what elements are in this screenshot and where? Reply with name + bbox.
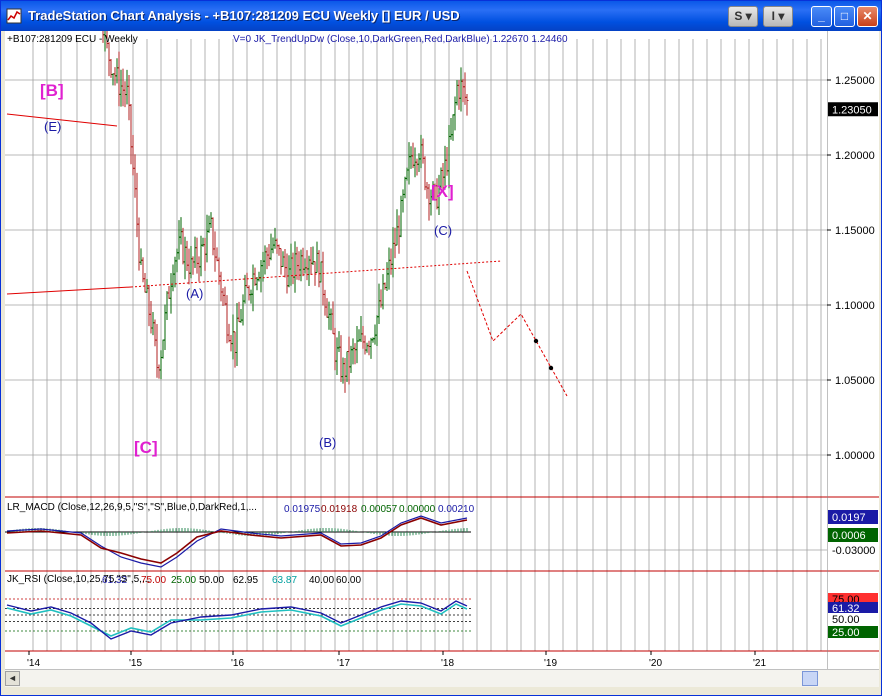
- scroll-left-icon: ◄: [8, 673, 17, 683]
- symbol-link-label: S: [734, 9, 743, 23]
- price-axis-label: 1.05000: [835, 375, 875, 387]
- macd-value: 0.01975: [284, 504, 321, 515]
- wave-label-X-bracket: [X]: [431, 182, 454, 201]
- last-price-label: 1.23050: [832, 104, 872, 116]
- macd-value: 0.00000: [399, 504, 436, 515]
- x-axis-label: '17: [337, 658, 350, 669]
- x-axis-label: '16: [231, 658, 244, 669]
- rsi-value: 50.00: [199, 575, 224, 586]
- symbol-link-button[interactable]: S ▾: [728, 6, 758, 27]
- close-icon: ✕: [862, 9, 873, 23]
- x-axis-label: '20: [649, 658, 662, 669]
- macd-label: LR_MACD (Close,12,26,9,5,"S","S",Blue,0,…: [7, 502, 257, 513]
- rsi-value: 60.00: [336, 575, 361, 586]
- rsi-line: [6, 600, 468, 640]
- interval-link-label: I: [771, 9, 775, 23]
- projection-point: [533, 338, 539, 344]
- wave-label-A: (A): [186, 286, 203, 301]
- scroll-thumb[interactable]: [802, 671, 818, 686]
- title-bar[interactable]: TradeStation Chart Analysis - +B107:2812…: [1, 1, 881, 31]
- close-button[interactable]: ✕: [857, 6, 878, 27]
- tradestation-app-icon: [6, 8, 22, 24]
- projection-point: [548, 365, 554, 371]
- horizontal-scrollbar[interactable]: ◄: [5, 669, 879, 687]
- x-axis-label: '18: [441, 658, 454, 669]
- x-axis-label: '19: [544, 658, 557, 669]
- macd-value: 0.00210: [438, 504, 475, 515]
- wave-label-E: (E): [44, 119, 61, 134]
- x-axis-label: '21: [753, 658, 766, 669]
- maximize-button[interactable]: □: [834, 6, 855, 27]
- minimize-icon: _: [818, 9, 825, 23]
- price-axis-label: 1.00000: [835, 450, 875, 462]
- macd-axis-label: 0.0197: [832, 512, 866, 524]
- price-axis-label: 1.15000: [835, 225, 875, 237]
- price-axis[interactable]: 1.500001.450001.400001.350001.300001.250…: [827, 31, 879, 681]
- indicator-label: V=0 JK_TrendUpDw (Close,10,DarkGreen,Red…: [233, 34, 568, 45]
- application-window: TradeStation Chart Analysis - +B107:2812…: [0, 0, 882, 696]
- rsi-axis-label: 25.00: [832, 627, 860, 639]
- rsi-value: 40.00: [309, 575, 334, 586]
- symbol-label: +B107:281209 ECU - Weekly: [7, 34, 138, 45]
- interval-link-button[interactable]: I ▾: [763, 6, 793, 27]
- macd-line: [6, 515, 468, 568]
- minimize-button[interactable]: _: [811, 6, 832, 27]
- price-axis-label: 1.25000: [835, 75, 875, 87]
- scroll-left-button[interactable]: ◄: [5, 671, 20, 686]
- macd-value: 0.01918: [321, 504, 358, 515]
- wave-label-C: (C): [434, 223, 452, 238]
- price-axis-label: 1.20000: [835, 150, 875, 162]
- maximize-icon: □: [840, 9, 849, 23]
- axis-svg: 1.500001.450001.400001.350001.300001.250…: [827, 31, 879, 681]
- wave-label-C-bracket: [C]: [134, 438, 158, 457]
- rsi-value: 25.00: [171, 575, 196, 586]
- x-axis-label: '14: [27, 658, 40, 669]
- rsi-axis-label: 50.00: [832, 614, 860, 626]
- price-axis-label: 1.10000: [835, 300, 875, 312]
- trend-line-neckline: [6, 286, 132, 295]
- projection-path: [466, 270, 568, 397]
- wave-label-B: (B): [319, 435, 336, 450]
- macd-value: 0.00057: [361, 504, 398, 515]
- window-title: TradeStation Chart Analysis - +B107:2812…: [28, 8, 460, 23]
- macd-axis-label: -0.03000: [832, 545, 875, 557]
- rsi-value: 62.95: [233, 575, 258, 586]
- rsi-label: JK_RSI (Close,10,25,75,"S",5,...: [7, 574, 151, 585]
- rsi-value: 63.87: [272, 575, 297, 586]
- wave-label-B-bracket: [B]: [40, 81, 64, 100]
- macd-axis-label: 0.0006: [832, 530, 866, 542]
- x-axis-label: '15: [129, 658, 142, 669]
- trend-line-top: [6, 113, 118, 127]
